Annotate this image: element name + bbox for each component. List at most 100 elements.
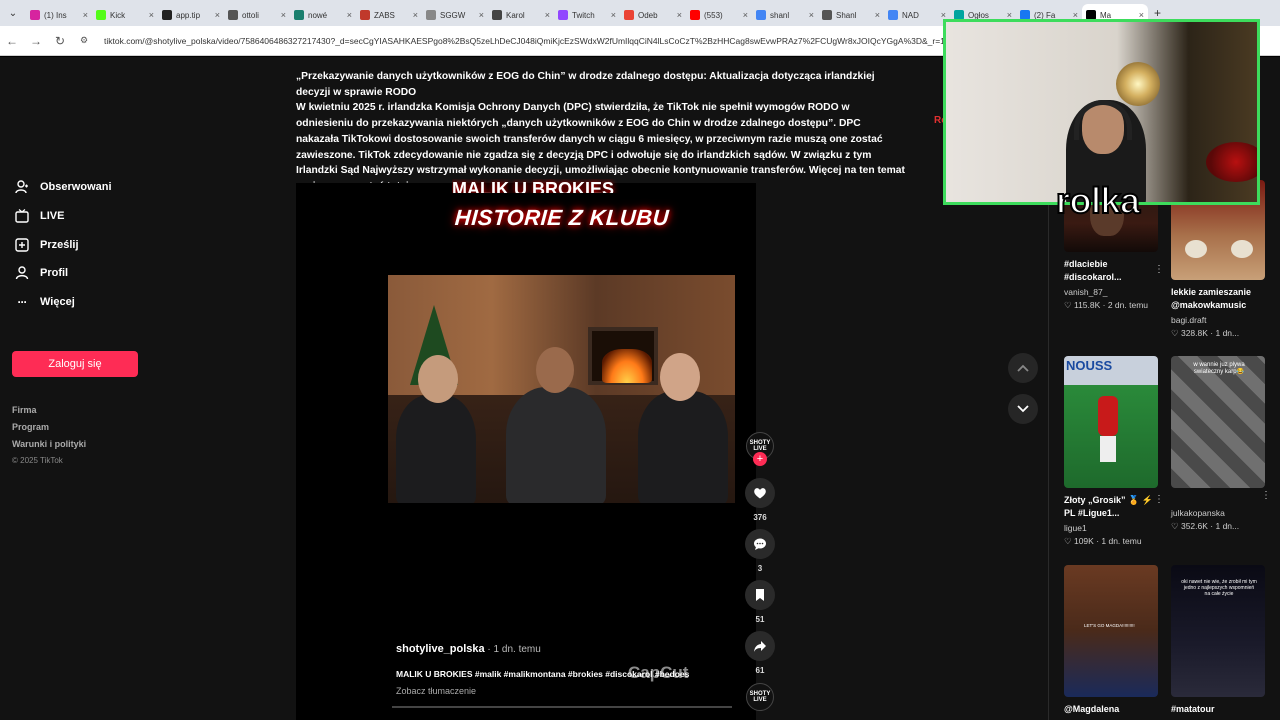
- video-thumbnail[interactable]: w wannie juz plywa swiateczny karp😂: [1171, 356, 1265, 488]
- tab-close-icon[interactable]: ×: [149, 10, 154, 20]
- sidebar-item-upload[interactable]: Prześlij: [14, 237, 79, 253]
- save-count: 51: [755, 615, 765, 624]
- author-name[interactable]: shotylive_polska: [396, 643, 485, 655]
- card-title: Złoty „Grosik” 🏅 ⚡ PL #Ligue1...: [1064, 495, 1153, 518]
- tab-close-icon[interactable]: ×: [875, 10, 880, 20]
- login-button[interactable]: Zaloguj się: [12, 351, 138, 377]
- card-stats: ♡ 109K · 1 dn. temu: [1064, 536, 1142, 546]
- video-thumbnail[interactable]: LET'S GO MAGDA!!!!!!!!!!: [1064, 565, 1158, 697]
- browser-tab[interactable]: ZABS ×: [356, 4, 422, 26]
- browser-tab[interactable]: Karol ×: [488, 4, 554, 26]
- upload-plus-icon: [14, 237, 30, 253]
- card-user[interactable]: ligue1: [1064, 523, 1158, 533]
- sidebar-item-live[interactable]: LIVE: [14, 208, 64, 224]
- follow-plus-icon[interactable]: +: [753, 452, 767, 466]
- tab-favicon-icon: [756, 10, 766, 20]
- recommended-card[interactable]: LET'S GO MAGDA!!!!!!!!!! @Magdalena: [1064, 565, 1158, 716]
- scroll-down-button[interactable]: [1008, 394, 1038, 424]
- more-options-icon[interactable]: ⋮: [1261, 490, 1271, 501]
- video-banner: HISTORIE Z KLUBU: [454, 205, 670, 230]
- card-title: #matatour: [1171, 704, 1215, 714]
- video-caption[interactable]: MALIK U BROKIES #malik #malikmontana #br…: [396, 669, 689, 679]
- browser-tab[interactable]: Odeb ×: [620, 4, 686, 26]
- tab-close-icon[interactable]: ×: [743, 10, 748, 20]
- tab-label: (1) Ins: [44, 10, 67, 20]
- recommended-card[interactable]: NOUSS Złoty „Grosik” 🏅 ⚡ PL #Ligue1... ⋮…: [1064, 356, 1164, 547]
- banner-cut-text: MALIK U BROKIES: [452, 179, 614, 193]
- footer-link-company[interactable]: Firma: [12, 405, 37, 415]
- recommended-card[interactable]: w wannie juz plywa swiateczny karp😂 julk…: [1171, 356, 1271, 532]
- more-options-icon[interactable]: ⋮: [1154, 264, 1164, 275]
- live-tv-icon: [14, 208, 30, 224]
- card-user[interactable]: julkakopanska: [1171, 508, 1265, 518]
- heart-icon: [754, 488, 766, 499]
- share-button[interactable]: [745, 631, 775, 661]
- tab-close-icon[interactable]: ×: [677, 10, 682, 20]
- tab-label: nowé: [308, 10, 328, 20]
- browser-tab[interactable]: Shanl ×: [818, 4, 884, 26]
- tab-close-icon[interactable]: ×: [347, 10, 352, 20]
- reload-icon[interactable]: ↻: [48, 34, 72, 48]
- sidebar-item-profile[interactable]: Profil: [14, 265, 68, 281]
- tab-close-icon[interactable]: ×: [215, 10, 220, 20]
- sidebar-item-label: Prześlij: [40, 239, 79, 251]
- new-tab-button[interactable]: +: [1154, 6, 1161, 20]
- card-stats: ♡ 328.8K · 1 dn...: [1171, 328, 1240, 338]
- tab-close-icon[interactable]: ×: [413, 10, 418, 20]
- video-thumbnail[interactable]: NOUSS: [1064, 356, 1158, 488]
- tab-favicon-icon: [96, 10, 106, 20]
- recommended-card[interactable]: oki nawet nie wie, że zrobił mi tym jedn…: [1171, 565, 1265, 716]
- tab-close-icon[interactable]: ×: [611, 10, 616, 20]
- tab-label: app.tip: [176, 10, 201, 20]
- tab-close-icon[interactable]: ×: [281, 10, 286, 20]
- video-player[interactable]: MALIK U BROKIES HISTORIE Z KLUBU CapCut …: [296, 179, 756, 720]
- comment-button[interactable]: [745, 529, 775, 559]
- tab-close-icon[interactable]: ×: [83, 10, 88, 20]
- browser-tab[interactable]: ottoli ×: [224, 4, 290, 26]
- browser-tab[interactable]: Kick ×: [92, 4, 158, 26]
- browser-tab[interactable]: nowé ×: [290, 4, 356, 26]
- browser-tab[interactable]: (553) ×: [686, 4, 752, 26]
- scroll-up-button[interactable]: [1008, 353, 1038, 383]
- tab-label: SGGW: [440, 10, 466, 20]
- footer-link-terms[interactable]: Warunki i polityki: [12, 439, 86, 449]
- browser-tab[interactable]: Twitch ×: [554, 4, 620, 26]
- gold-record: [1116, 62, 1160, 106]
- tab-label: ZABS: [374, 10, 395, 20]
- browser-tab[interactable]: (1) Ins ×: [26, 4, 92, 26]
- url-field[interactable]: tiktok.com/@shotylive_polska/video/75864…: [104, 36, 964, 46]
- video-progress-bar[interactable]: [392, 706, 732, 708]
- video-thumbnail[interactable]: oki nawet nie wie, że zrobił mi tym jedn…: [1171, 565, 1265, 697]
- tab-close-icon[interactable]: ×: [479, 10, 484, 20]
- save-button[interactable]: [745, 580, 775, 610]
- tab-label: ottoli: [242, 10, 259, 20]
- card-user[interactable]: vanish_87_: [1064, 287, 1158, 297]
- see-translation-link[interactable]: Zobacz tłumaczenie: [396, 686, 476, 696]
- tab-search-menu-icon[interactable]: ⌄: [0, 0, 26, 26]
- thumb-text: NOUSS: [1066, 358, 1113, 373]
- browser-tab[interactable]: app.tip ×: [158, 4, 224, 26]
- browser-tab[interactable]: shanl ×: [752, 4, 818, 26]
- forward-icon[interactable]: →: [24, 34, 48, 48]
- tab-favicon-icon: [360, 10, 370, 20]
- card-user[interactable]: bagi.draft: [1171, 315, 1265, 325]
- sound-disc-avatar[interactable]: SHOTY LIVE: [746, 683, 774, 711]
- tab-favicon-icon: [162, 10, 172, 20]
- sidebar-item-following[interactable]: Obserwowani: [14, 179, 112, 195]
- sidebar-item-more[interactable]: ··· Więcej: [14, 294, 75, 310]
- tab-favicon-icon: [624, 10, 634, 20]
- like-button[interactable]: [745, 478, 775, 508]
- browser-tab[interactable]: NAD ×: [884, 4, 950, 26]
- more-options-icon[interactable]: ⋮: [1154, 494, 1164, 505]
- video-author[interactable]: shotylive_polska · 1 dn. temu: [396, 643, 541, 655]
- notice-title: „Przekazywanie danych użytkowników z EOG…: [296, 71, 875, 98]
- site-settings-icon[interactable]: ⚙: [72, 35, 96, 46]
- tab-label: (553): [704, 10, 723, 20]
- back-icon[interactable]: ←: [0, 34, 24, 48]
- share-arrow-icon: [754, 641, 766, 652]
- browser-tab[interactable]: SGGW ×: [422, 4, 488, 26]
- sidebar-item-label: Obserwowani: [40, 181, 112, 193]
- footer-link-program[interactable]: Program: [12, 422, 49, 432]
- tab-close-icon[interactable]: ×: [809, 10, 814, 20]
- tab-close-icon[interactable]: ×: [545, 10, 550, 20]
